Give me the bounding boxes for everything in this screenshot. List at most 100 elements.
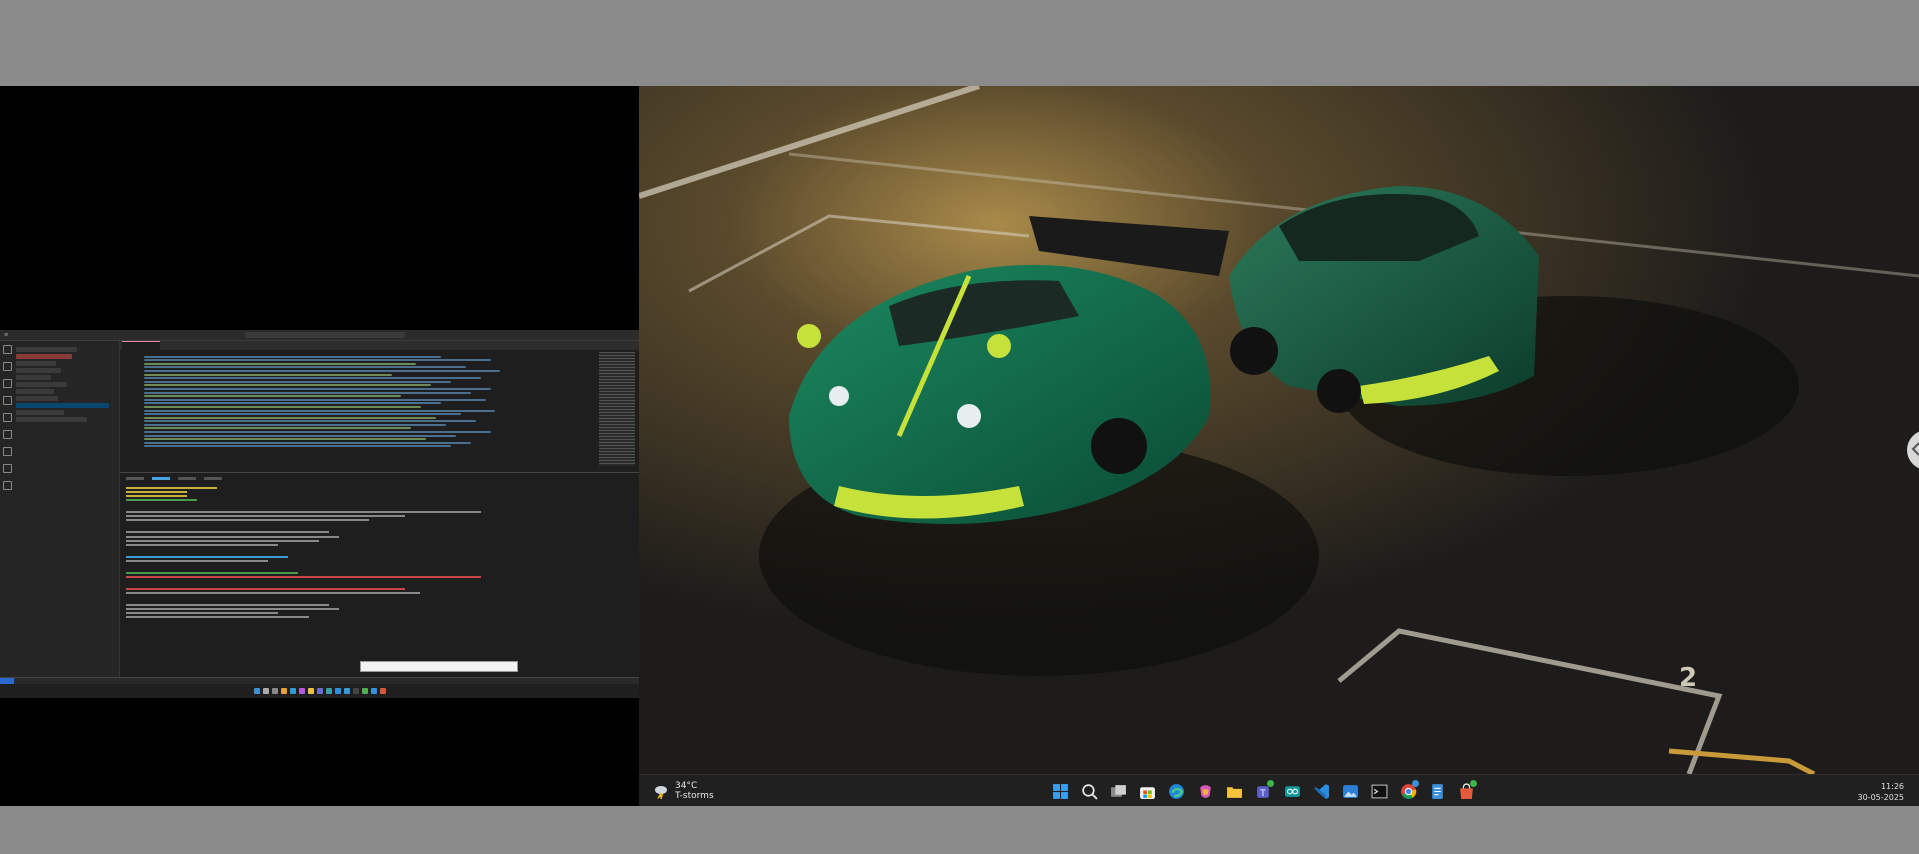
terminal-panel[interactable] — [120, 472, 639, 678]
vscode-command-search[interactable] — [244, 332, 405, 338]
copilot-icon — [1200, 784, 1211, 798]
panel-tab[interactable] — [204, 477, 222, 480]
run-icon[interactable] — [2, 396, 12, 405]
store-icon — [1140, 786, 1155, 799]
source-control-icon[interactable] — [2, 379, 12, 388]
vscode-titlebar: ≡ — [0, 330, 639, 341]
tree-item[interactable] — [16, 361, 57, 366]
editor-tab[interactable] — [162, 341, 220, 350]
tree-item[interactable] — [16, 389, 55, 394]
windows-icon — [1053, 783, 1068, 799]
remote-icon[interactable] — [2, 430, 12, 439]
explorer-sidebar — [14, 341, 120, 678]
editor-tabs — [120, 341, 639, 351]
vscode-icon — [334, 688, 341, 694]
editor-area — [120, 341, 639, 678]
taskbar-apps: T — [1049, 780, 1478, 802]
minimap[interactable] — [599, 352, 635, 466]
microsoft-store-button[interactable] — [1136, 780, 1159, 802]
weather-temperature: 34°C — [675, 781, 698, 791]
photos-button[interactable] — [1339, 780, 1362, 802]
weather-condition: T-storms — [675, 791, 714, 801]
task-view-icon — [271, 688, 278, 694]
tree-item[interactable] — [16, 396, 59, 401]
task-view-icon — [1111, 784, 1126, 797]
panel-tab[interactable] — [178, 477, 196, 480]
notepad-icon — [370, 688, 377, 694]
teams-icon — [316, 688, 323, 694]
task-view-button[interactable] — [1107, 780, 1130, 802]
notepad-icon — [1432, 783, 1443, 799]
testing-icon[interactable] — [2, 447, 12, 456]
store-bag-badge — [1470, 780, 1477, 787]
teams-badge — [1267, 780, 1274, 787]
file-explorer-button[interactable] — [1223, 780, 1246, 802]
chrome-badge — [1412, 780, 1419, 787]
arduino-icon — [325, 688, 332, 694]
edge-button[interactable] — [1165, 780, 1188, 802]
car-wallpaper: 2 — [639, 86, 1919, 774]
chevron-left-icon — [1911, 442, 1919, 456]
vscode-statusbar — [0, 677, 639, 684]
tree-item[interactable] — [16, 368, 62, 373]
arduino-icon — [1285, 785, 1300, 797]
screen-frame: ≡ 2 34°C T-storms T 11:26 30-05-2025 — [0, 86, 1919, 806]
chrome-icon — [361, 688, 368, 694]
svg-text:T: T — [1259, 788, 1266, 798]
panel-tabs — [126, 477, 633, 483]
account-icon[interactable] — [2, 464, 12, 473]
search-icon[interactable] — [2, 362, 12, 371]
copilot-button[interactable] — [1194, 780, 1217, 802]
store-bag-button[interactable] — [1455, 780, 1478, 802]
tree-item[interactable] — [16, 354, 72, 359]
settings-icon[interactable] — [2, 481, 12, 490]
copilot-icon — [298, 688, 305, 694]
weather-widget[interactable]: 34°C T-storms — [653, 781, 714, 801]
code-editor[interactable] — [120, 350, 639, 472]
panel-tab-terminal[interactable] — [152, 477, 170, 480]
mini-taskbar — [0, 684, 639, 698]
start-button[interactable] — [1049, 780, 1072, 802]
search-icon — [1082, 783, 1098, 800]
photos-icon — [1343, 784, 1358, 798]
edge-icon — [289, 688, 296, 694]
teams-button[interactable]: T — [1252, 780, 1275, 802]
search-icon — [262, 688, 269, 694]
thunderstorm-icon — [655, 786, 667, 799]
notepad-button[interactable] — [1426, 780, 1449, 802]
folder-icon — [1227, 786, 1242, 798]
clock-time: 11:26 — [1880, 782, 1904, 791]
tree-item[interactable] — [16, 382, 67, 387]
store-icon — [280, 688, 287, 694]
vscode-window[interactable]: ≡ — [0, 330, 639, 698]
tree-item-selected[interactable] — [16, 403, 109, 408]
vscode-button[interactable] — [1310, 780, 1333, 802]
taskbar: 34°C T-storms T 11:26 30-05-2025 — [639, 774, 1919, 806]
vscode-menu-icon[interactable]: ≡ — [4, 332, 8, 338]
store2-icon — [379, 688, 386, 694]
tree-item[interactable] — [16, 410, 65, 415]
photos-icon — [343, 688, 350, 694]
terminal-button[interactable] — [1368, 780, 1391, 802]
terminal-icon — [1371, 784, 1388, 798]
extensions-icon[interactable] — [2, 413, 12, 422]
edge-icon — [1169, 783, 1184, 799]
notification-toast[interactable] — [360, 661, 518, 672]
tree-item[interactable] — [16, 347, 77, 352]
explorer-icon[interactable] — [2, 345, 12, 354]
vscode-icon — [1314, 783, 1329, 799]
files-icon — [307, 688, 314, 694]
search-button[interactable] — [1078, 780, 1101, 802]
parking-number: 2 — [1679, 663, 1697, 693]
tree-item[interactable] — [16, 375, 52, 380]
left-pane: ≡ — [0, 86, 639, 806]
tree-item[interactable] — [16, 417, 87, 422]
terminal-icon — [352, 688, 359, 694]
system-clock[interactable]: 11:26 30-05-2025 — [1858, 781, 1905, 803]
start-icon — [253, 688, 260, 694]
chrome-button[interactable] — [1397, 780, 1420, 802]
arduino-button[interactable] — [1281, 780, 1304, 802]
panel-tab[interactable] — [126, 477, 144, 480]
clock-date: 30-05-2025 — [1857, 793, 1905, 802]
desktop: 2 34°C T-storms T 11:26 30-05-2025 — [639, 86, 1919, 806]
